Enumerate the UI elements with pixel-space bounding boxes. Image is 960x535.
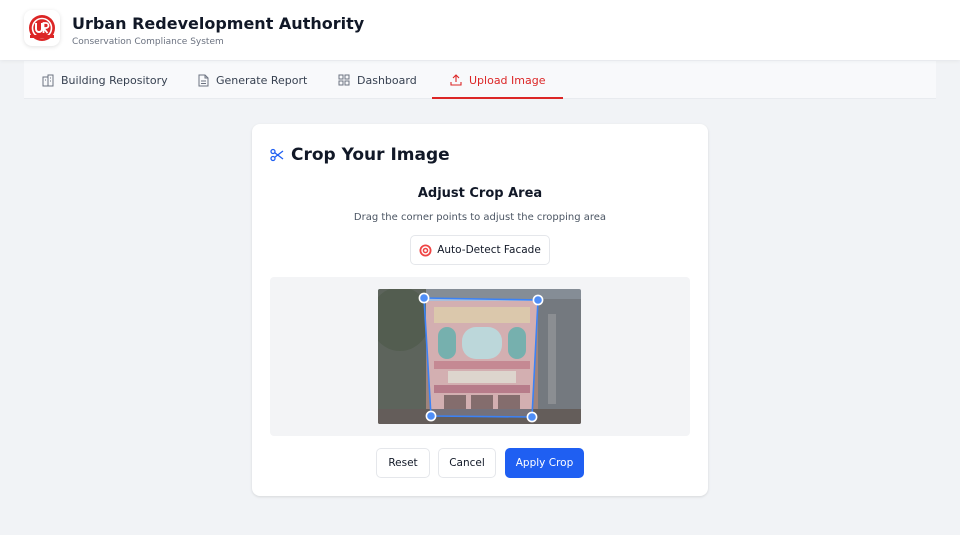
tab-label: Generate Report (216, 73, 308, 87)
tab-upload-image[interactable]: Upload Image (450, 61, 546, 99)
app-subtitle: Conservation Compliance System (72, 37, 224, 47)
section-title: Adjust Crop Area (417, 186, 543, 201)
tab-building-repository[interactable]: Building Repository (42, 61, 168, 99)
document-icon (198, 74, 209, 86)
crop-workspace (270, 277, 690, 436)
facade-image (378, 289, 581, 424)
main-nav: Building Repository Generate Report Dash… (24, 61, 936, 99)
card-title: Crop Your Image (291, 145, 450, 165)
tab-label: Building Repository (61, 73, 168, 87)
ura-logo (24, 10, 60, 46)
logo-mark-icon (29, 15, 55, 41)
crop-handle-top-right[interactable] (532, 294, 544, 306)
building-icon (42, 74, 54, 86)
tab-generate-report[interactable]: Generate Report (198, 61, 307, 99)
tab-dashboard[interactable]: Dashboard (338, 61, 417, 99)
crop-card: Crop Your Image Adjust Crop Area Drag th… (252, 124, 708, 496)
app-title: Urban Redevelopment Authority (72, 14, 365, 33)
card-header: Crop Your Image (270, 144, 450, 166)
active-tab-indicator (432, 97, 563, 99)
tab-label: Upload Image (469, 73, 546, 87)
target-icon (419, 244, 432, 256)
dashboard-grid-icon (338, 74, 350, 86)
crop-handle-top-left[interactable] (418, 292, 430, 304)
app-header: Urban Redevelopment Authority Conservati… (0, 0, 960, 60)
crop-handle-bottom-left[interactable] (425, 410, 437, 422)
upload-icon (450, 74, 462, 86)
tab-label: Dashboard (357, 73, 417, 87)
scissors-icon (270, 148, 284, 162)
auto-detect-facade-button[interactable]: Auto-Detect Facade (410, 235, 550, 265)
crop-handle-bottom-right[interactable] (526, 411, 538, 423)
auto-detect-label: Auto-Detect Facade (437, 244, 541, 256)
cancel-button[interactable]: Cancel (438, 448, 496, 478)
apply-crop-button[interactable]: Apply Crop (505, 448, 584, 478)
reset-button[interactable]: Reset (376, 448, 430, 478)
facade-photo (378, 289, 581, 424)
section-description: Drag the corner points to adjust the cro… (353, 212, 607, 223)
